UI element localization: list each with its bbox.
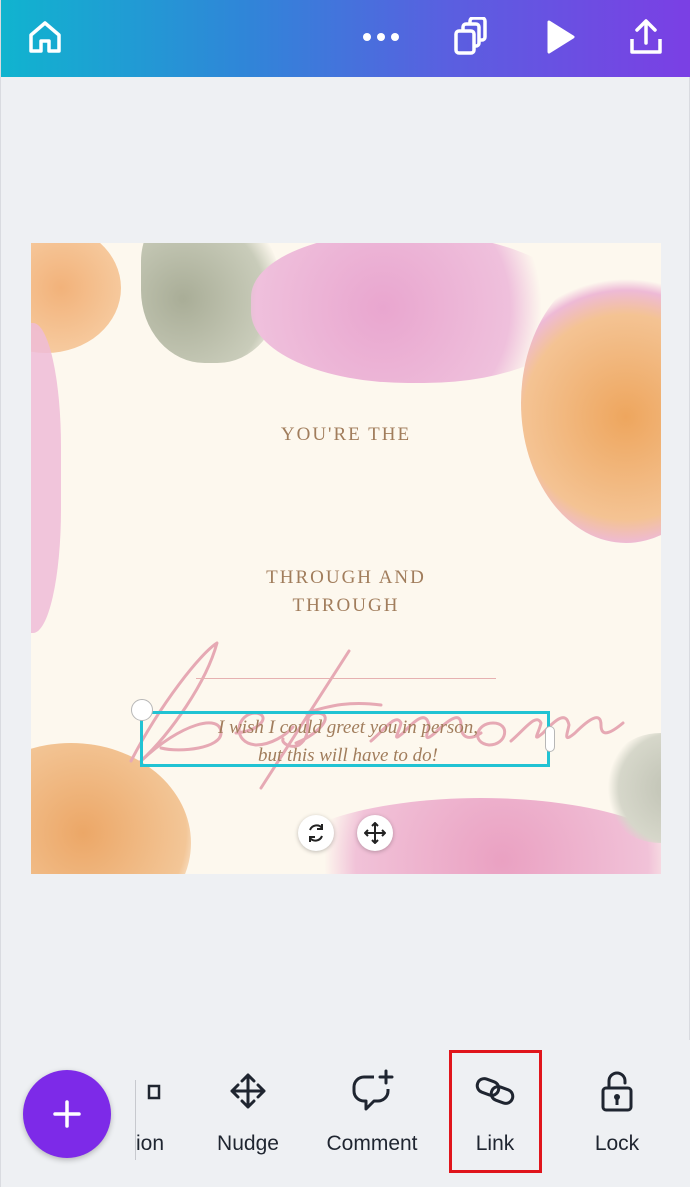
present-play-icon[interactable] bbox=[537, 14, 583, 60]
design-canvas[interactable]: YOU'RE THE THROUGH AND THROUGH bbox=[31, 243, 661, 874]
tool-lock-label: Lock bbox=[594, 1132, 640, 1155]
tool-nudge[interactable]: Nudge bbox=[198, 1068, 298, 1156]
home-icon[interactable] bbox=[22, 14, 68, 60]
more-icon[interactable] bbox=[358, 14, 404, 60]
text-through-and[interactable]: THROUGH AND bbox=[31, 567, 661, 589]
greeting-line-1[interactable]: I wish I could greet you in person, bbox=[143, 717, 553, 739]
move-icon bbox=[364, 822, 386, 844]
divider-line bbox=[196, 678, 496, 679]
rotate-button[interactable] bbox=[298, 815, 334, 851]
nudge-arrows-icon bbox=[198, 1068, 298, 1114]
greeting-line-2[interactable]: but this will have to do! bbox=[143, 745, 553, 767]
top-toolbar bbox=[1, 0, 690, 77]
comment-add-icon bbox=[322, 1068, 422, 1114]
text-through[interactable]: THROUGH bbox=[31, 595, 661, 617]
duplicate-page-icon[interactable] bbox=[447, 14, 493, 60]
share-upload-icon[interactable] bbox=[623, 14, 669, 60]
link-highlight-box bbox=[449, 1050, 542, 1173]
tool-comment-label: Comment bbox=[326, 1132, 418, 1155]
resize-handle-right[interactable] bbox=[545, 726, 555, 752]
selected-text-box[interactable]: I wish I could greet you in person, but … bbox=[140, 711, 550, 767]
tool-comment[interactable]: Comment bbox=[322, 1068, 422, 1156]
tool-lock[interactable]: Lock bbox=[567, 1068, 667, 1156]
move-button[interactable] bbox=[357, 815, 393, 851]
add-element-button[interactable] bbox=[23, 1070, 111, 1158]
resize-handle-corner[interactable] bbox=[131, 699, 153, 721]
lock-icon bbox=[567, 1068, 667, 1114]
plus-icon bbox=[53, 1100, 81, 1128]
rotate-icon bbox=[309, 824, 323, 842]
tool-nudge-label: Nudge bbox=[217, 1132, 279, 1155]
